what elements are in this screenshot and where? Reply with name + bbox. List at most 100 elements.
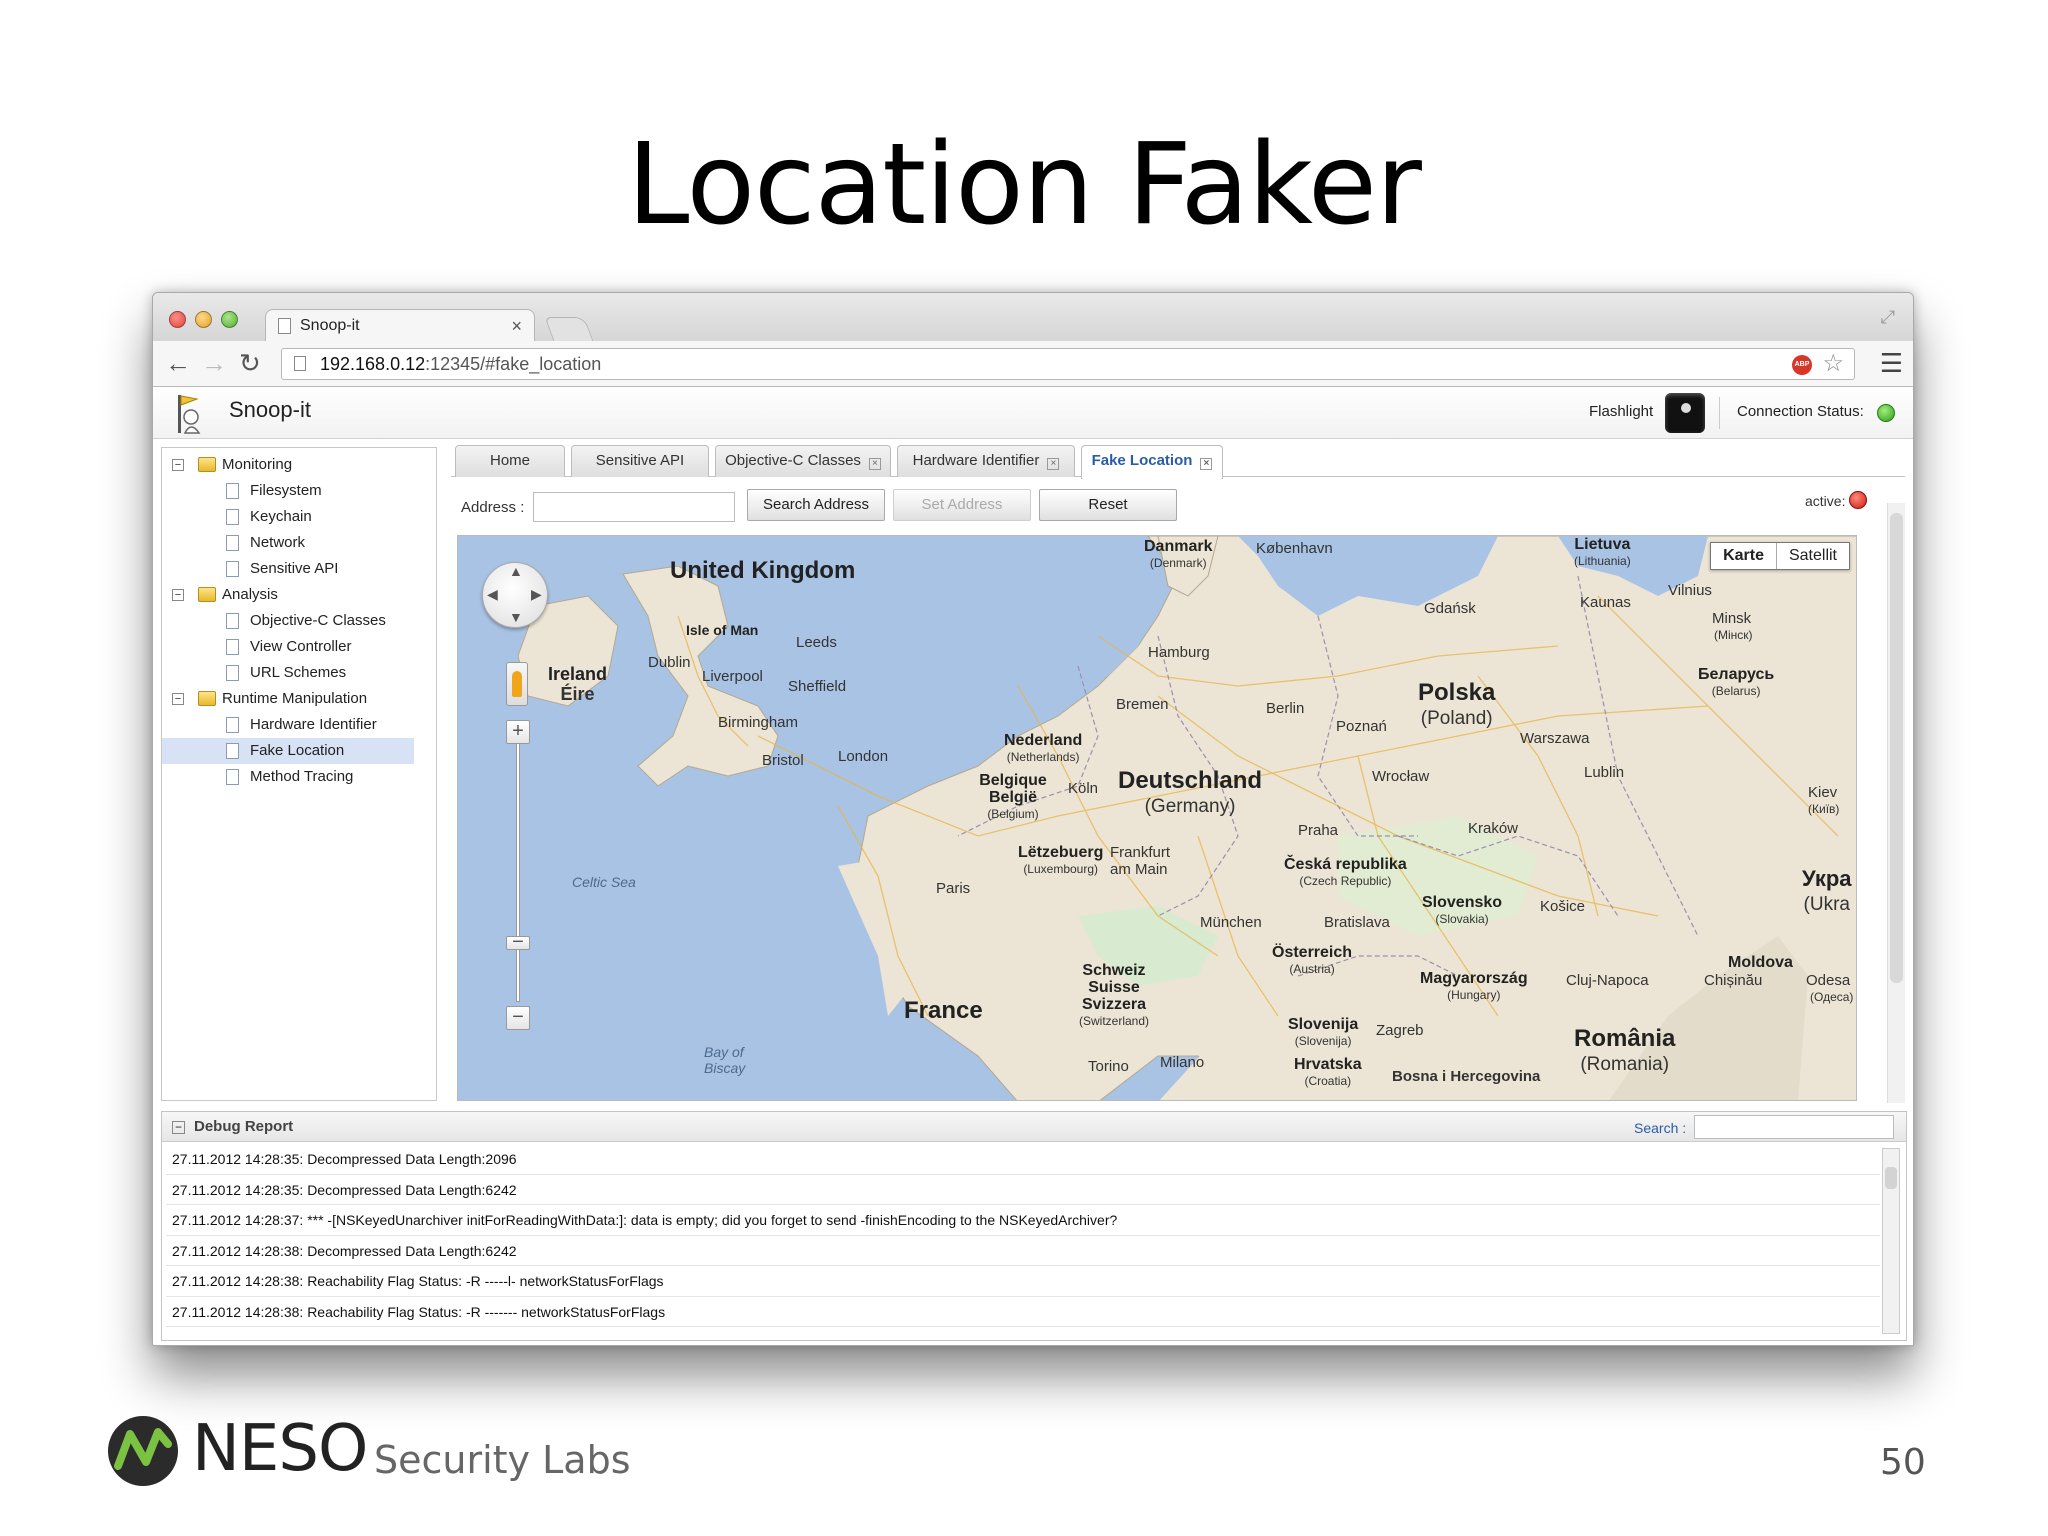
map-label-name: Ireland <box>548 664 608 684</box>
new-tab-button[interactable] <box>544 317 594 341</box>
main-scrollbar[interactable] <box>1887 503 1905 1103</box>
map-label-city: Dublin <box>648 654 691 671</box>
browser-window: Snoop-it × ⤢ ← → ↻ 192.168.0.12:12345/#f… <box>152 292 1914 1346</box>
pan-up-icon[interactable]: ▲ <box>509 563 523 579</box>
tab-label: Fake Location <box>1091 452 1193 469</box>
tree-item-url-schemes[interactable]: URL Schemes <box>162 660 436 686</box>
map-label-name: Magyarország <box>1420 970 1528 987</box>
snoop-it-app: Snoop-it Flashlight Connection Status: −… <box>153 387 1913 1345</box>
map-label-city: Vilnius <box>1668 582 1712 599</box>
close-tab-icon[interactable]: × <box>1200 458 1213 470</box>
zoom-in-button[interactable]: + <box>506 720 530 744</box>
star-icon[interactable]: ☆ <box>1822 349 1844 379</box>
active-label: active: <box>1805 493 1846 509</box>
pan-left-icon[interactable]: ◀ <box>487 586 498 603</box>
close-tab-icon[interactable]: × <box>868 458 881 470</box>
map-type-karte[interactable]: Karte <box>1711 543 1777 569</box>
scrollbar-thumb[interactable] <box>1890 513 1903 983</box>
map-label-city: Liverpool <box>702 668 763 685</box>
close-window-button[interactable] <box>169 311 186 328</box>
document-icon <box>226 613 239 629</box>
reset-button[interactable]: Reset <box>1039 489 1177 521</box>
tree-item-label: Sensitive API <box>250 560 339 577</box>
tree-group-label: Runtime Manipulation <box>222 690 368 707</box>
search-address-button[interactable]: Search Address <box>747 489 885 521</box>
zoom-slider-handle[interactable]: − <box>506 932 530 952</box>
tree-item-method-tracing[interactable]: Method Tracing <box>162 764 436 790</box>
tab-fake-location[interactable]: Fake Location × <box>1081 445 1223 479</box>
zoom-slider[interactable] <box>516 732 520 1002</box>
map-label-island: Isle of Man <box>686 622 759 638</box>
scrollbar-thumb[interactable] <box>1885 1167 1897 1189</box>
tree-item-hardware-identifier[interactable]: Hardware Identifier <box>162 712 436 738</box>
tree-item-label: Keychain <box>250 508 312 525</box>
collapse-icon[interactable]: − <box>172 693 184 705</box>
tree-item-network[interactable]: Network <box>162 530 436 556</box>
map-label-country: Беларусь (Belarus) <box>1698 666 1774 700</box>
map-label-city: Wrocław <box>1372 768 1430 785</box>
tree-item-keychain[interactable]: Keychain <box>162 504 436 530</box>
pan-control[interactable]: ▲ ▼ ◀ ▶ <box>482 562 548 628</box>
map-label-city: Cluj-Napoca <box>1566 972 1649 989</box>
tree-item-filesystem[interactable]: Filesystem <box>162 478 436 504</box>
tree-item-label: Objective-C Classes <box>250 612 386 629</box>
tree-group-analysis[interactable]: − Analysis <box>162 582 436 608</box>
document-icon <box>226 561 239 577</box>
pan-down-icon[interactable]: ▼ <box>509 609 523 625</box>
collapse-icon[interactable]: − <box>172 1121 185 1134</box>
tree-group-monitoring[interactable]: − Monitoring <box>162 452 436 478</box>
map-view[interactable]: United Kingdom Ireland Éire Deutschland (G… <box>457 535 1857 1101</box>
zoom-out-button[interactable]: − <box>506 1006 530 1030</box>
map-label-city: (Одеса) <box>1810 990 1854 1004</box>
forward-arrow-icon[interactable]: → <box>201 347 227 379</box>
address-bar[interactable]: 192.168.0.12:12345/#fake_location ABP ☆ <box>281 348 1855 380</box>
map-label-sub: (Denmark) <box>1149 556 1207 570</box>
map-label-city: Frankfurt am Main <box>1110 844 1171 878</box>
map-label-city: Bremen <box>1116 696 1169 713</box>
flashlight-button[interactable] <box>1665 393 1705 433</box>
zoom-window-button[interactable] <box>221 311 238 328</box>
debug-search-input[interactable] <box>1694 1115 1894 1139</box>
navigation-tree: − Monitoring Filesystem Keychain Network… <box>161 447 437 1101</box>
snoop-it-logo-icon <box>178 395 201 434</box>
address-input[interactable] <box>533 492 735 522</box>
collapse-icon[interactable]: − <box>172 589 184 601</box>
adblock-icon[interactable]: ABP <box>1792 355 1812 375</box>
debug-scrollbar[interactable] <box>1882 1148 1900 1334</box>
folder-icon <box>198 587 216 602</box>
back-arrow-icon[interactable]: ← <box>165 347 191 379</box>
reload-icon[interactable]: ↻ <box>239 347 261 379</box>
tree-item-fake-location[interactable]: Fake Location <box>162 738 414 764</box>
collapse-icon[interactable]: − <box>172 459 184 471</box>
tree-item-view-controller[interactable]: View Controller <box>162 634 436 660</box>
map-label-city: Milano <box>1160 1054 1205 1071</box>
set-address-button[interactable]: Set Address <box>893 489 1031 521</box>
map-label-city: Warszawa <box>1520 730 1590 747</box>
log-entry: 27.11.2012 14:28:38: Reachability Flag S… <box>166 1297 1880 1327</box>
map-type-satellit[interactable]: Satellit <box>1777 543 1849 569</box>
document-icon <box>226 483 239 499</box>
pan-right-icon[interactable]: ▶ <box>531 586 542 603</box>
tab-label: Sensitive API <box>595 452 685 469</box>
debug-report-title: Debug Report <box>194 1118 294 1135</box>
map-label-country: Hrvatska (Croatia) <box>1294 1056 1362 1090</box>
close-tab-icon[interactable]: × <box>1047 458 1060 470</box>
browser-tab[interactable]: Snoop-it × <box>265 309 535 343</box>
tab-home[interactable]: Home <box>455 445 565 477</box>
tab-sensitive-api[interactable]: Sensitive API <box>571 445 709 477</box>
map-label-country: România (Romania) <box>1574 1026 1675 1078</box>
map-label-sub: (Germany) <box>1144 796 1236 817</box>
street-view-pegman-icon[interactable] <box>506 662 528 706</box>
tree-item-objective-c-classes[interactable]: Objective-C Classes <box>162 608 436 634</box>
map-label-sub: (Lithuania) <box>1574 554 1631 568</box>
tab-objective-c-classes[interactable]: Objective-C Classes × <box>715 445 891 477</box>
connection-status-indicator <box>1877 404 1895 422</box>
tab-hardware-identifier[interactable]: Hardware Identifier × <box>897 445 1075 477</box>
minimize-window-button[interactable] <box>195 311 212 328</box>
menu-icon[interactable]: ☰ <box>1880 349 1903 377</box>
fullscreen-icon[interactable]: ⤢ <box>1881 307 1895 328</box>
tree-item-sensitive-api[interactable]: Sensitive API <box>162 556 436 582</box>
close-tab-icon[interactable]: × <box>511 310 522 342</box>
tree-group-runtime-manipulation[interactable]: − Runtime Manipulation <box>162 686 436 712</box>
url-path: :12345/#fake_location <box>425 354 602 374</box>
